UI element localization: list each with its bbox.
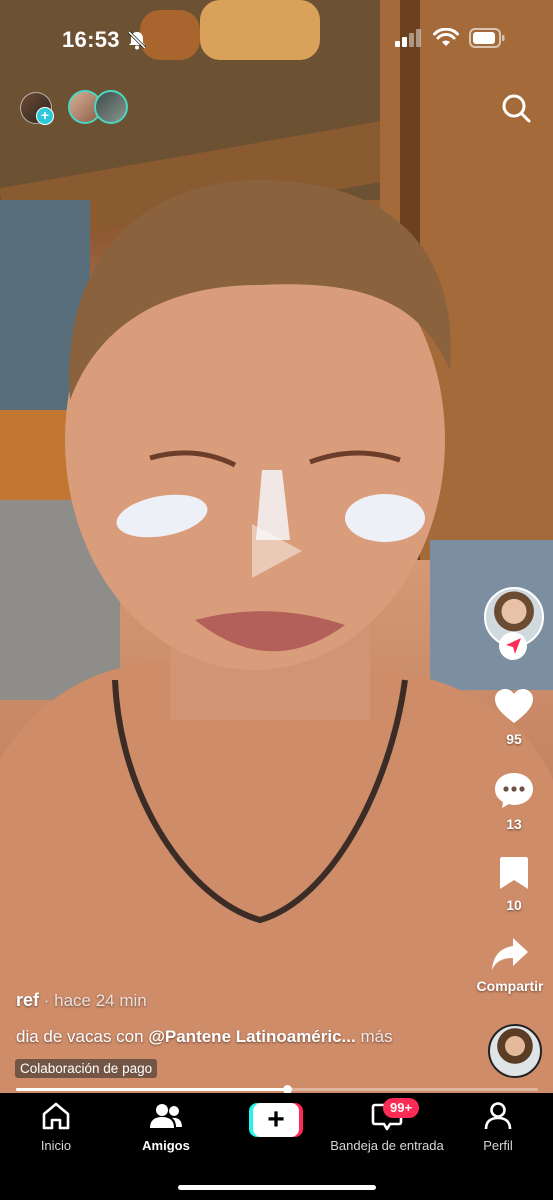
caption-text: dia de vacas con (16, 1027, 149, 1046)
video-progress-bar[interactable] (16, 1085, 538, 1094)
comment-count: 13 (506, 816, 522, 832)
caption-more[interactable]: más (356, 1027, 392, 1046)
nav-friends[interactable]: Amigos (134, 1101, 198, 1153)
plus-icon: + (253, 1103, 299, 1137)
share-label: Compartir (476, 978, 544, 994)
nav-inbox-label: Bandeja de entrada (330, 1138, 444, 1153)
bottom-nav: Inicio Amigos + Bandeja de entrada 99+ P… (0, 1093, 553, 1200)
caption[interactable]: dia de vacas con @Pantene Latinoaméric..… (16, 1027, 446, 1047)
create-button[interactable]: + (249, 1103, 303, 1137)
status-time: 16:53 (62, 27, 120, 52)
profile-icon (484, 1102, 512, 1130)
nav-profile-label: Perfil (483, 1138, 513, 1153)
wifi-icon (433, 28, 459, 46)
post-time: hace 24 min (54, 991, 147, 1010)
add-story-icon[interactable]: + (36, 107, 54, 125)
share-arrow-icon (492, 938, 528, 970)
comment-button[interactable]: 13 (487, 771, 541, 832)
nav-home[interactable]: Inicio (28, 1101, 84, 1153)
heart-icon (495, 689, 533, 723)
nav-profile[interactable]: Perfil (470, 1101, 526, 1153)
nav-home-label: Inicio (40, 1138, 72, 1153)
bell-slash-icon (127, 30, 147, 50)
author-name[interactable]: ref (16, 990, 39, 1010)
like-button[interactable]: 95 (487, 688, 541, 747)
inbox-badge: 99+ (383, 1098, 420, 1118)
search-icon[interactable] (501, 93, 531, 123)
bookmark-icon (500, 857, 528, 889)
follow-arrow-icon (506, 638, 521, 654)
music-disc[interactable] (488, 1024, 542, 1078)
separator: · (39, 991, 55, 1010)
share-button[interactable]: Compartir (468, 937, 552, 994)
author-line: ref · hace 24 min (16, 990, 147, 1011)
paid-partnership-label[interactable]: Colaboración de pago (15, 1059, 158, 1078)
comment-icon (495, 773, 533, 808)
home-icon (42, 1102, 70, 1130)
friends-stories[interactable] (68, 90, 128, 124)
status-bar: 16:53 (0, 0, 553, 80)
follow-button[interactable] (499, 632, 527, 660)
save-count: 10 (506, 897, 522, 913)
play-icon[interactable] (248, 522, 306, 580)
nav-friends-label: Amigos (142, 1138, 190, 1153)
progress-fill (16, 1088, 288, 1091)
caption-mention[interactable]: @Pantene Latinoaméric... (148, 1027, 355, 1046)
battery-icon (469, 28, 505, 48)
story-avatar[interactable] (94, 90, 128, 124)
like-count: 95 (506, 731, 522, 747)
friends-icon (150, 1104, 182, 1128)
cellular-signal-icon (395, 29, 421, 47)
home-indicator[interactable] (178, 1185, 376, 1190)
status-icons (395, 28, 505, 48)
save-button[interactable]: 10 (487, 856, 541, 913)
